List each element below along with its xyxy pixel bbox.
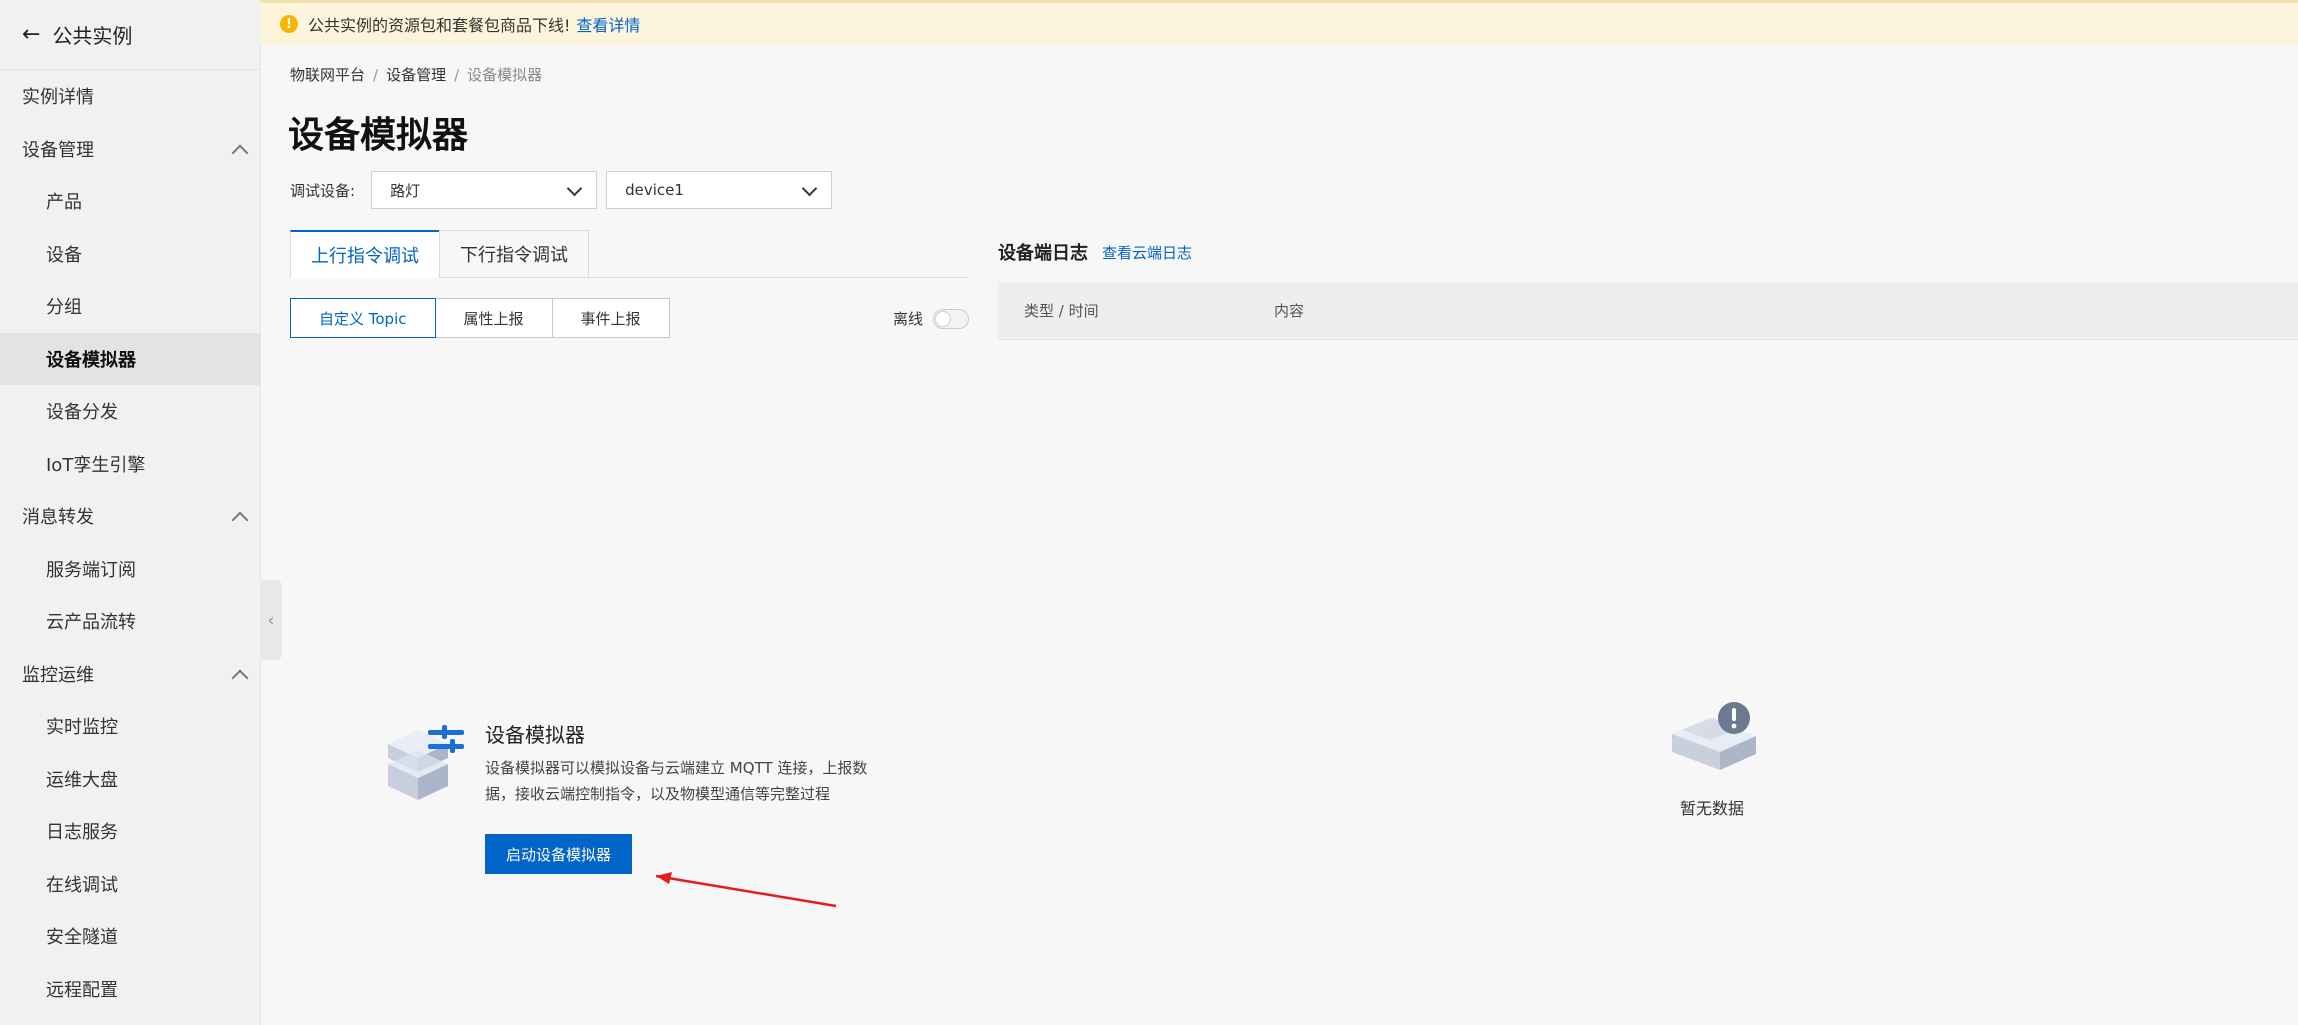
- breadcrumb-device-management[interactable]: 设备管理: [386, 66, 446, 84]
- log-col-content: 内容: [1274, 302, 1305, 320]
- subtab-property-report[interactable]: 属性上报: [434, 298, 553, 338]
- sidebar-header-title: 公共实例: [52, 24, 133, 48]
- sidebar-item[interactable]: 安全隧道: [0, 910, 260, 963]
- chevron-up-icon: [231, 511, 249, 529]
- log-col-type-time: 类型 / 时间: [1024, 302, 1099, 320]
- toggle-knob: [935, 310, 952, 327]
- sidebar-item[interactable]: 监控运维: [0, 648, 260, 701]
- device-log-title: 设备端日志: [998, 243, 1088, 264]
- sidebar-item-label: 服务端订阅: [46, 559, 136, 581]
- warning-icon: !: [280, 15, 298, 33]
- sidebar: ← 公共实例 实例详情设备管理产品设备分组设备模拟器设备分发 IoT孪生引擎消息转…: [0, 0, 261, 1025]
- sidebar-item[interactable]: 实时监控: [0, 700, 260, 753]
- notice-detail-link[interactable]: 查看详情: [576, 12, 640, 36]
- sidebar-item[interactable]: 消息转发: [0, 490, 260, 543]
- product-select[interactable]: 路灯: [371, 171, 598, 209]
- sidebar-item-label: 日志服务: [46, 822, 118, 844]
- sidebar-menu: 实例详情设备管理产品设备分组设备模拟器设备分发 IoT孪生引擎消息转发服务端订阅云…: [0, 70, 260, 1015]
- sidebar-item[interactable]: 产品: [0, 175, 260, 228]
- log-empty-text: 暂无数据: [1680, 799, 1745, 818]
- sidebar-item[interactable]: 分组: [0, 280, 260, 333]
- sidebar-item-label: 云产品流转: [46, 612, 136, 634]
- sidebar-item-label: 设备: [46, 244, 82, 266]
- sidebar-item[interactable]: 远程配置: [0, 963, 260, 1016]
- device-log-header: 设备端日志 查看云端日志: [998, 239, 1192, 265]
- sidebar-item-label: 实时监控: [46, 717, 118, 739]
- back-to-instance[interactable]: ← 公共实例: [0, 0, 260, 70]
- sidebar-item-label: 设备模拟器: [46, 349, 136, 371]
- tab-downstream-debug[interactable]: 下行指令调试: [439, 230, 589, 277]
- no-data-illustration-icon: [1672, 702, 1756, 770]
- debug-tabs: 上行指令调试 下行指令调试: [290, 230, 968, 278]
- sidebar-item[interactable]: 在线调试: [0, 858, 260, 911]
- device-select-value: device1: [625, 181, 684, 199]
- breadcrumb-separator: /: [373, 66, 379, 84]
- sidebar-item[interactable]: 运维大盘: [0, 753, 260, 806]
- chevron-up-icon: [231, 144, 249, 162]
- sidebar-collapse-handle[interactable]: ‹: [260, 580, 282, 660]
- upstream-subtabs: 自定义 Topic 属性上报 事件上报: [290, 298, 670, 338]
- breadcrumb-iot-platform[interactable]: 物联网平台: [290, 66, 365, 84]
- breadcrumb-separator: /: [454, 66, 460, 84]
- sidebar-item[interactable]: 设备管理: [0, 123, 260, 176]
- start-simulator-button[interactable]: 启动设备模拟器: [485, 834, 632, 874]
- sidebar-item-label: 监控运维: [22, 664, 94, 686]
- sidebar-item-label: 远程配置: [46, 979, 118, 1001]
- breadcrumb: 物联网平台 / 设备管理 / 设备模拟器: [290, 64, 542, 85]
- debug-device-label: 调试设备:: [290, 181, 356, 200]
- annotation-arrow-icon: [655, 872, 837, 908]
- connection-toggle[interactable]: [933, 308, 970, 329]
- product-select-value: 路灯: [390, 181, 421, 200]
- page-title: 设备模拟器: [288, 115, 469, 156]
- sidebar-item-label: IoT孪生引擎: [46, 454, 146, 476]
- sidebar-item-label: 安全隧道: [46, 927, 118, 949]
- sidebar-item-label: 实例详情: [22, 87, 94, 109]
- sidebar-item[interactable]: 设备分发: [0, 385, 260, 438]
- cloud-log-link[interactable]: 查看云端日志: [1102, 242, 1192, 263]
- sidebar-item-label: 设备管理: [22, 139, 94, 161]
- device-select[interactable]: device1: [606, 171, 833, 209]
- debug-device-row: 调试设备: 路灯 device1: [290, 171, 833, 209]
- sidebar-item[interactable]: 实例详情: [0, 70, 260, 123]
- chevron-down-icon: [566, 180, 583, 197]
- sidebar-item[interactable]: 设备: [0, 228, 260, 281]
- sidebar-item-label: 运维大盘: [46, 769, 118, 791]
- subtab-custom-topic[interactable]: 自定义 Topic: [290, 298, 436, 338]
- simulator-title: 设备模拟器: [485, 723, 585, 747]
- status-label: 离线: [893, 310, 924, 328]
- sidebar-item-label: 在线调试: [46, 874, 118, 896]
- log-table-header: 类型 / 时间 内容: [998, 282, 2298, 340]
- sidebar-item[interactable]: 服务端订阅: [0, 543, 260, 596]
- sidebar-item[interactable]: 云产品流转: [0, 595, 260, 648]
- sidebar-item-label: 产品: [46, 192, 82, 214]
- sidebar-item-label: 设备分发: [46, 402, 118, 424]
- sidebar-item-label: 消息转发: [22, 507, 94, 529]
- notice-text: 公共实例的资源包和套餐包商品下线!: [308, 16, 571, 35]
- sidebar-item[interactable]: 设备模拟器: [0, 332, 260, 385]
- breadcrumb-current: 设备模拟器: [467, 66, 543, 84]
- sidebar-item[interactable]: IoT孪生引擎: [0, 438, 260, 491]
- notice-banner: ! 公共实例的资源包和套餐包商品下线! 查看详情: [260, 0, 2298, 45]
- simulator-description: 设备模拟器可以模拟设备与云端建立 MQTT 连接，上报数据，接收云端控制指令，以…: [485, 759, 868, 803]
- chevron-down-icon: [801, 180, 818, 197]
- sidebar-item-label: 分组: [46, 297, 82, 319]
- sidebar-item[interactable]: 日志服务: [0, 805, 260, 858]
- connection-status: 离线: [893, 308, 970, 329]
- subtab-event-report[interactable]: 事件上报: [551, 298, 670, 338]
- chevron-up-icon: [231, 669, 249, 687]
- arrow-left-icon: ←: [22, 22, 41, 47]
- simulator-illustration-icon: [388, 725, 464, 800]
- tab-upstream-debug[interactable]: 上行指令调试: [290, 230, 440, 278]
- chevron-left-icon: ‹: [267, 609, 275, 631]
